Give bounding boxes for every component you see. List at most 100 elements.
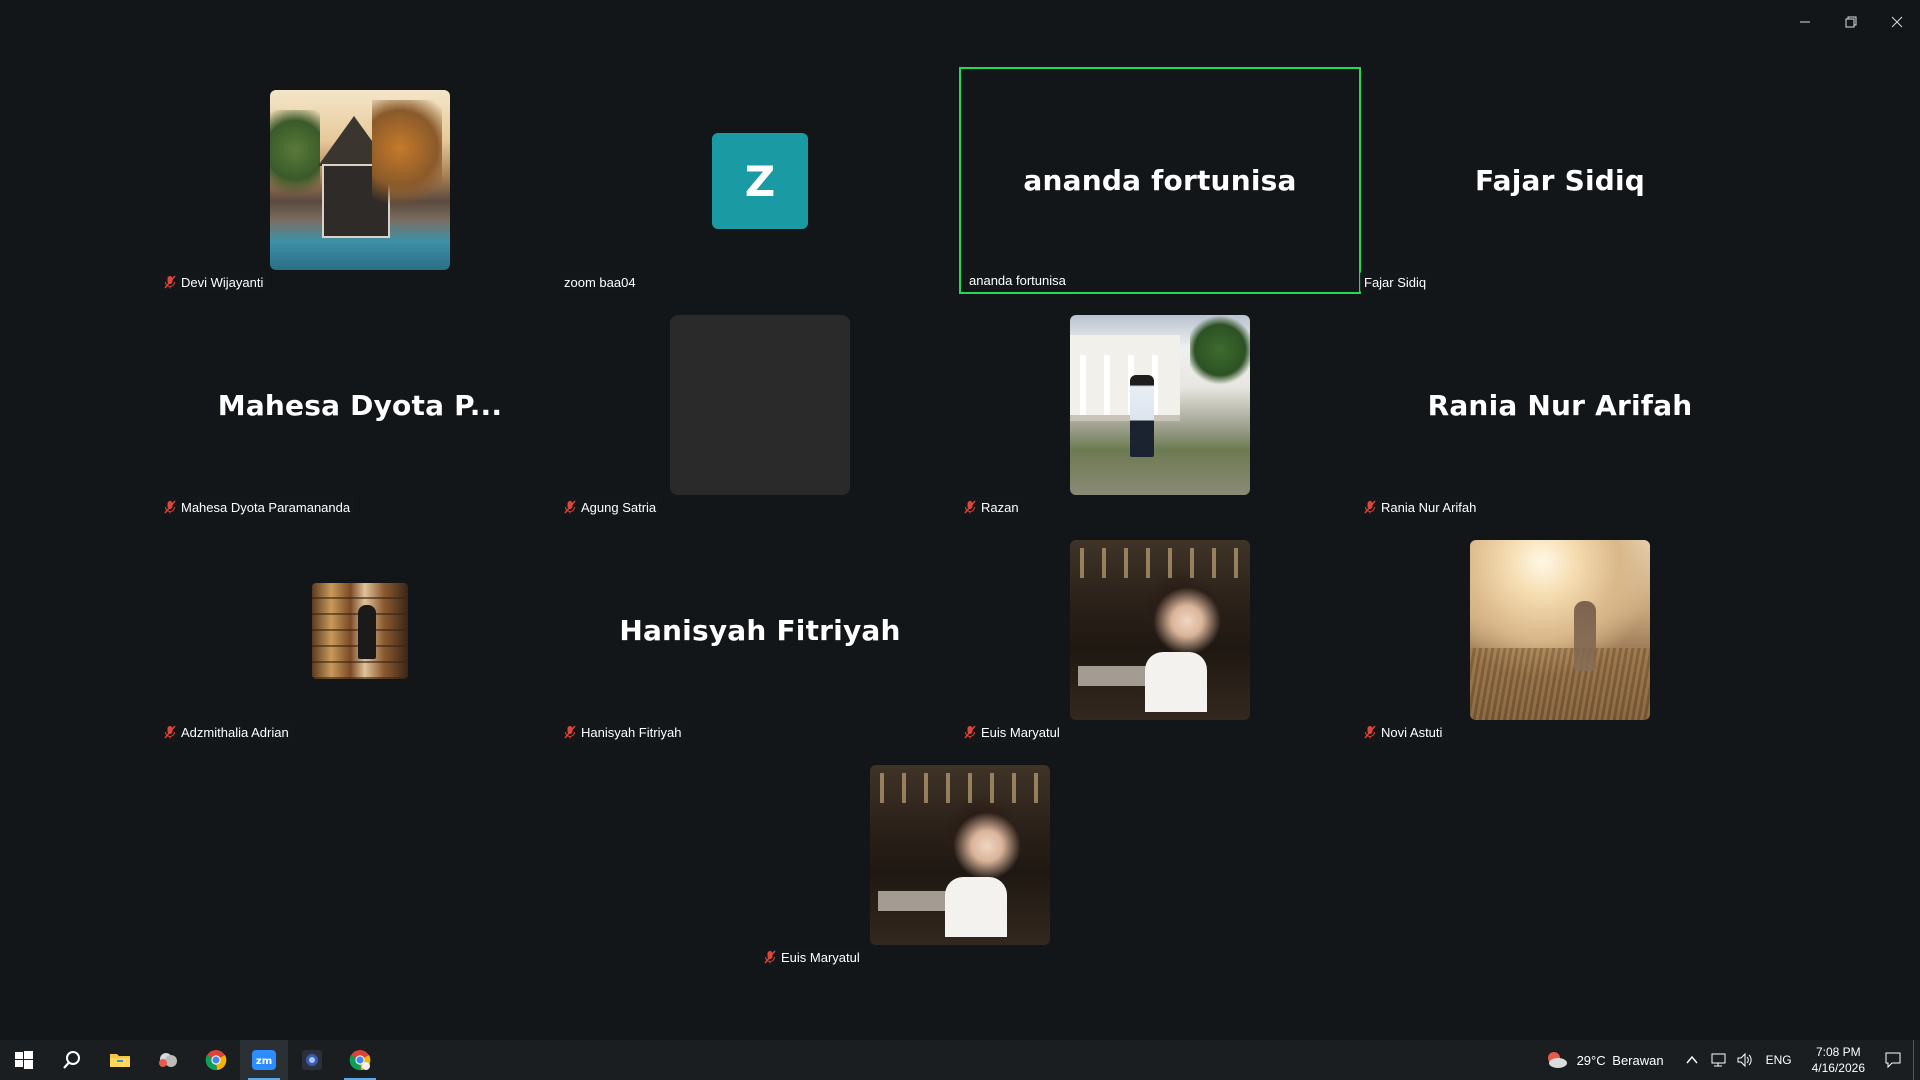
notification-button[interactable] (1873, 1040, 1913, 1080)
participant-name: Mahesa Dyota Paramananda (181, 499, 351, 515)
chrome-icon (205, 1050, 227, 1071)
weather-condition: Berawan (1612, 1052, 1664, 1068)
mic-muted-icon (164, 500, 176, 514)
letter-avatar: Z (712, 133, 808, 229)
participant-name-tag: Euis Maryatul (960, 722, 1065, 742)
file-explorer-button[interactable] (96, 1040, 144, 1080)
participant-name: zoom baa04 (564, 274, 636, 290)
participant-display-name: Hanisyah Fitriyah (619, 614, 901, 647)
clock[interactable]: 7:08 PM 4/16/2026 (1804, 1044, 1873, 1076)
participant-name: Novi Astuti (1381, 724, 1443, 740)
start-icon (15, 1051, 33, 1069)
participant-name-tag: zoom baa04 (560, 272, 641, 292)
camera-app-button[interactable] (288, 1040, 336, 1080)
chevron-up-icon[interactable] (1684, 1052, 1700, 1068)
start-button[interactable] (0, 1040, 48, 1080)
mic-muted-icon (164, 725, 176, 739)
camera-app-icon (302, 1050, 322, 1070)
participant-name: Razan (981, 499, 1019, 515)
search-icon (63, 1051, 80, 1069)
weather-app-button[interactable] (144, 1040, 192, 1080)
mic-muted-icon (964, 500, 976, 514)
close-button[interactable] (1874, 0, 1920, 44)
participant-name-tag: Razan (960, 497, 1024, 517)
participant-display-name: Rania Nur Arifah (1427, 389, 1693, 422)
participant-name-tag: Novi Astuti (1360, 722, 1448, 742)
participant-name: Adzmithalia Adrian (181, 724, 289, 740)
system-tray: 29°C Berawan ENG 7:08 PM 4/16/2026 (1535, 1040, 1920, 1080)
mic-muted-icon (764, 950, 776, 964)
language-indicator[interactable]: ENG (1766, 1053, 1792, 1067)
close-icon (1891, 16, 1903, 28)
participant-photo (1070, 540, 1250, 720)
participant-photo (870, 765, 1050, 945)
active-speaker-tile[interactable]: ananda fortunisa ananda fortunisa (959, 67, 1361, 294)
weather-app-icon (159, 1053, 177, 1067)
participant-name-tag: Devi Wijayanti (160, 272, 269, 292)
network-icon[interactable] (1710, 1052, 1728, 1068)
zoom-icon: zm (252, 1050, 276, 1070)
participant-name-tag: Euis Maryatul (760, 947, 865, 967)
participant-name-tag: Adzmithalia Adrian (160, 722, 294, 742)
participant-display-name: Mahesa Dyota P... (217, 389, 503, 422)
chrome-profile-icon (349, 1050, 371, 1071)
participant-name-tag: Hanisyah Fitriyah (560, 722, 687, 742)
empty-avatar (670, 315, 850, 495)
minimize-icon (1800, 21, 1810, 23)
svg-text:zm: zm (256, 1056, 272, 1067)
participant-display-name: ananda fortunisa (1023, 164, 1297, 197)
search-button[interactable] (48, 1040, 96, 1080)
participant-tile[interactable]: Novi Astuti (1360, 518, 1760, 743)
mic-muted-icon (1364, 725, 1376, 739)
participant-name: Euis Maryatul (981, 724, 1060, 740)
participant-name: Devi Wijayanti (181, 274, 264, 290)
participant-name-tag: Fajar Sidiq (1360, 272, 1432, 292)
mic-muted-icon (1364, 500, 1376, 514)
participant-name: Agung Satria (581, 499, 657, 515)
participant-photo (312, 583, 408, 679)
show-desktop-button[interactable] (1913, 1040, 1920, 1080)
restore-button[interactable] (1828, 0, 1874, 44)
participant-display-name: Fajar Sidiq (1474, 164, 1646, 197)
chrome-button[interactable] (192, 1040, 240, 1080)
participant-photo (1070, 315, 1250, 495)
chrome-profile-button[interactable] (336, 1040, 384, 1080)
taskbar: zm 29°C Berawan ENG 7:08 PM 4/16/2026 (0, 1040, 1920, 1080)
participant-name: Hanisyah Fitriyah (581, 724, 682, 740)
participant-tile[interactable]: Z zoom baa04 (560, 68, 960, 293)
participant-name-tag: ananda fortunisa (965, 270, 1071, 290)
notification-icon (1885, 1052, 1901, 1069)
minimize-button[interactable] (1782, 0, 1828, 44)
zoom-button[interactable]: zm (240, 1040, 288, 1080)
participant-tile[interactable]: Euis Maryatul (960, 518, 1360, 743)
file-explorer-icon (110, 1054, 130, 1067)
weather-temp: 29°C (1576, 1052, 1606, 1068)
weather-cloud-icon (1547, 1052, 1567, 1068)
participant-name: ananda fortunisa (969, 272, 1066, 288)
participant-photo (270, 90, 450, 270)
participant-name: Euis Maryatul (781, 949, 860, 965)
volume-icon[interactable] (1736, 1052, 1754, 1068)
participant-tile[interactable]: Fajar Sidiq Fajar Sidiq (1360, 68, 1760, 293)
participant-tile[interactable]: Rania Nur Arifah Rania Nur Arifah (1360, 293, 1760, 518)
participant-name: Fajar Sidiq (1364, 274, 1427, 290)
participant-tile[interactable]: Euis Maryatul (760, 743, 1160, 968)
clock-time: 7:08 PM (1815, 1045, 1861, 1059)
participant-tile[interactable]: Devi Wijayanti (160, 68, 560, 293)
participant-photo (1470, 540, 1650, 720)
mic-muted-icon (564, 725, 576, 739)
window-controls (1782, 0, 1920, 44)
participant-tile[interactable]: Hanisyah Fitriyah Hanisyah Fitriyah (560, 518, 960, 743)
participant-tile[interactable]: Mahesa Dyota P... Mahesa Dyota Paramanan… (160, 293, 560, 518)
participant-tile[interactable]: Razan (960, 293, 1360, 518)
participant-name: Rania Nur Arifah (1381, 499, 1477, 515)
participant-tile[interactable]: Adzmithalia Adrian (160, 518, 560, 743)
weather-widget[interactable]: 29°C Berawan (1535, 1040, 1674, 1080)
tray-icons: ENG (1674, 1040, 1804, 1080)
participant-name-tag: Mahesa Dyota Paramananda (160, 497, 356, 517)
mic-muted-icon (164, 275, 176, 289)
participant-name-tag: Rania Nur Arifah (1360, 497, 1482, 517)
participant-name-tag: Agung Satria (560, 497, 662, 517)
mic-muted-icon (964, 725, 976, 739)
participant-tile[interactable]: Agung Satria (560, 293, 960, 518)
